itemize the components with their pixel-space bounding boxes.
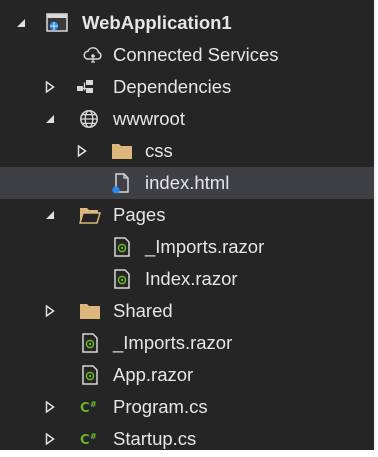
html-file-icon xyxy=(111,173,133,194)
web-project-icon xyxy=(46,13,68,33)
tree-item-label: css xyxy=(145,140,173,161)
tree-item-label: wwwroot xyxy=(113,108,185,129)
globe-icon xyxy=(78,109,100,129)
tree-item-label: Dependencies xyxy=(113,76,232,97)
tree-item-index-html[interactable]: index.html xyxy=(0,167,374,199)
tree-item-label: WebApplication1 xyxy=(82,12,232,33)
razor-file-icon xyxy=(79,333,101,353)
dependencies-icon xyxy=(74,77,96,97)
tree-item-css[interactable]: css xyxy=(0,135,374,167)
tree-item-dependencies[interactable]: Dependencies xyxy=(0,71,374,103)
tree-item-label: Program.cs xyxy=(113,396,208,417)
expanded-arrow-icon[interactable] xyxy=(42,199,58,231)
csharp-file-icon: C # xyxy=(79,397,101,417)
svg-text:#: # xyxy=(90,432,97,441)
tree-item-label: Connected Services xyxy=(113,44,279,65)
tree-item-label: Index.razor xyxy=(145,268,238,289)
tree-item-label: Pages xyxy=(113,204,166,225)
tree-item-label: index.html xyxy=(145,172,230,193)
tree-item-wwwroot[interactable]: wwwroot xyxy=(0,103,374,135)
collapsed-arrow-icon[interactable] xyxy=(42,71,58,103)
tree-item-label: Startup.cs xyxy=(113,428,197,449)
folder-icon xyxy=(111,141,133,161)
tree-item-label: App.razor xyxy=(113,364,194,385)
expanded-arrow-icon[interactable] xyxy=(42,103,58,135)
csharp-file-icon: C # xyxy=(79,429,101,449)
tree-item-label: _Imports.razor xyxy=(145,236,265,257)
collapsed-arrow-icon[interactable] xyxy=(42,391,58,423)
solution-explorer: WebApplication1 Connected Services Depen… xyxy=(0,0,376,450)
collapsed-arrow-icon[interactable] xyxy=(74,135,90,167)
tree-item-label: _Imports.razor xyxy=(113,332,233,353)
connected-services-icon xyxy=(82,45,104,65)
tree-item-imports-razor[interactable]: _Imports.razor xyxy=(0,327,374,359)
tree-item-shared[interactable]: Shared xyxy=(0,295,374,327)
tree-item-pages[interactable]: Pages xyxy=(0,199,374,231)
tree-item-index-razor[interactable]: Index.razor xyxy=(0,263,374,295)
tree-item-app-razor[interactable]: App.razor xyxy=(0,359,374,391)
svg-text:C: C xyxy=(80,401,90,416)
folder-icon xyxy=(79,301,101,321)
svg-text:#: # xyxy=(90,400,97,409)
expanded-arrow-icon[interactable] xyxy=(13,7,29,39)
collapsed-arrow-icon[interactable] xyxy=(42,423,58,450)
razor-file-icon xyxy=(111,237,133,257)
tree-item-connected-services[interactable]: Connected Services xyxy=(0,39,374,71)
razor-file-icon xyxy=(111,269,133,289)
tree-item-pages-imports-razor[interactable]: _Imports.razor xyxy=(0,231,374,263)
folder-open-icon xyxy=(79,205,101,225)
tree-item-program-cs[interactable]: C # Program.cs xyxy=(0,391,374,423)
collapsed-arrow-icon[interactable] xyxy=(42,295,58,327)
tree-item-startup-cs[interactable]: C # Startup.cs xyxy=(0,423,374,450)
svg-text:C: C xyxy=(80,433,90,448)
tree-item-label: Shared xyxy=(113,300,173,321)
tree-item-webapplication1[interactable]: WebApplication1 xyxy=(0,7,374,39)
razor-file-icon xyxy=(79,365,101,385)
